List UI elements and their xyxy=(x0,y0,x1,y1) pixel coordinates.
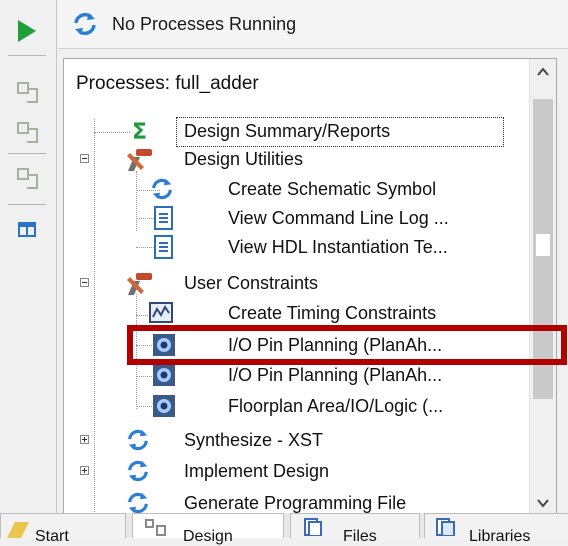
expand-toggle[interactable] xyxy=(80,435,89,444)
tree-item-label: Design Utilities xyxy=(184,149,304,169)
window-icon xyxy=(18,221,36,237)
tree-item-label: Create Timing Constraints xyxy=(228,303,437,323)
hierarchy-icon xyxy=(145,519,166,536)
tree-item-view-hdl-instantiation[interactable]: View HDL Instantiation Te... xyxy=(64,233,530,263)
tree-item-design-summary[interactable]: Σ Design Summary/Reports xyxy=(64,117,530,147)
refresh-icon xyxy=(152,178,172,200)
hierarchy-icon xyxy=(16,120,38,143)
planahead-icon xyxy=(153,395,175,417)
collapse-toggle[interactable] xyxy=(80,154,89,163)
processes-panel: Processes: full_adder Σ Design Summary/R… xyxy=(63,58,557,515)
left-toolbar xyxy=(0,0,57,537)
files-icon xyxy=(304,518,322,536)
hierarchy-button-1[interactable] xyxy=(10,74,44,108)
play-icon xyxy=(18,20,36,42)
tree-item-user-constraints[interactable]: User Constraints xyxy=(64,269,530,299)
tab-label: Design xyxy=(183,528,233,545)
tree-item-label: Generate Programming File xyxy=(184,493,407,513)
window-button[interactable] xyxy=(10,212,44,246)
tree-item-label: Floorplan Area/IO/Logic (... xyxy=(228,396,444,416)
document-icon xyxy=(154,206,173,230)
refresh-icon xyxy=(128,429,148,451)
tools-icon xyxy=(127,149,152,171)
tree-item-floorplan-area[interactable]: Floorplan Area/IO/Logic (... xyxy=(64,392,530,422)
document-icon xyxy=(154,235,173,259)
tree-item-generate-programming-file[interactable]: Generate Programming File xyxy=(64,489,530,514)
tree-item-view-command-line-log[interactable]: View Command Line Log ... xyxy=(64,204,530,234)
tab-start[interactable]: Start xyxy=(0,513,126,545)
toolbar-separator xyxy=(8,204,46,205)
process-tree: Σ Design Summary/Reports Design Utilitie… xyxy=(64,59,530,514)
tree-item-label: Create Schematic Symbol xyxy=(228,179,437,199)
tab-design[interactable]: Design xyxy=(132,513,284,545)
run-button[interactable] xyxy=(10,14,44,48)
tree-item-create-schematic-symbol[interactable]: Create Schematic Symbol xyxy=(64,175,530,205)
collapse-toggle[interactable] xyxy=(80,278,89,287)
refresh-icon xyxy=(128,460,148,482)
tree-item-label: Design Summary/Reports xyxy=(184,121,391,141)
hierarchy-button-3[interactable] xyxy=(10,160,44,194)
tab-libraries[interactable]: Libraries xyxy=(424,513,568,545)
hierarchy-icon xyxy=(16,166,38,189)
scroll-up-icon[interactable] xyxy=(536,65,550,79)
tree-item-label: View HDL Instantiation Te... xyxy=(228,237,448,257)
libraries-icon xyxy=(436,518,455,536)
status-text: No Processes Running xyxy=(112,13,297,34)
panel-tabs: Start Design Files Libraries xyxy=(0,513,568,545)
tab-label: Files xyxy=(343,528,377,545)
tools-icon xyxy=(127,273,152,295)
svg-text:Σ: Σ xyxy=(132,120,147,143)
scroll-down-icon[interactable] xyxy=(536,496,550,510)
tree-item-implement-design[interactable]: Implement Design xyxy=(64,457,530,487)
hierarchy-icon xyxy=(16,80,38,103)
tree-item-synthesize-xst[interactable]: Synthesize - XST xyxy=(64,426,530,456)
toolbar-separator xyxy=(8,55,46,56)
vertical-scrollbar[interactable] xyxy=(529,59,556,514)
process-status-bar: No Processes Running xyxy=(58,0,568,49)
tree-item-design-utilities[interactable]: Design Utilities xyxy=(64,145,530,175)
timing-icon xyxy=(149,302,173,323)
planahead-icon xyxy=(153,364,175,386)
tree-item-label: View Command Line Log ... xyxy=(228,208,449,228)
scrollbar-gap xyxy=(536,234,550,256)
start-icon xyxy=(7,522,29,538)
expand-toggle[interactable] xyxy=(80,466,89,475)
tree-item-label: I/O Pin Planning (PlanAh... xyxy=(228,365,443,385)
sigma-icon: Σ xyxy=(132,120,147,143)
highlight-annotation xyxy=(127,325,567,365)
tab-label: Start xyxy=(35,528,69,545)
hierarchy-button-2[interactable] xyxy=(10,114,44,148)
tree-item-label: User Constraints xyxy=(184,273,319,293)
tree-item-label: Implement Design xyxy=(184,461,330,481)
toolbar-separator xyxy=(8,153,46,154)
tree-item-io-pin-planning-2[interactable]: I/O Pin Planning (PlanAh... xyxy=(64,361,530,391)
refresh-icon xyxy=(74,12,96,36)
tab-files[interactable]: Files xyxy=(290,513,420,545)
tree-item-label: Synthesize - XST xyxy=(184,430,324,450)
tab-label: Libraries xyxy=(469,528,531,545)
refresh-icon xyxy=(128,492,148,514)
